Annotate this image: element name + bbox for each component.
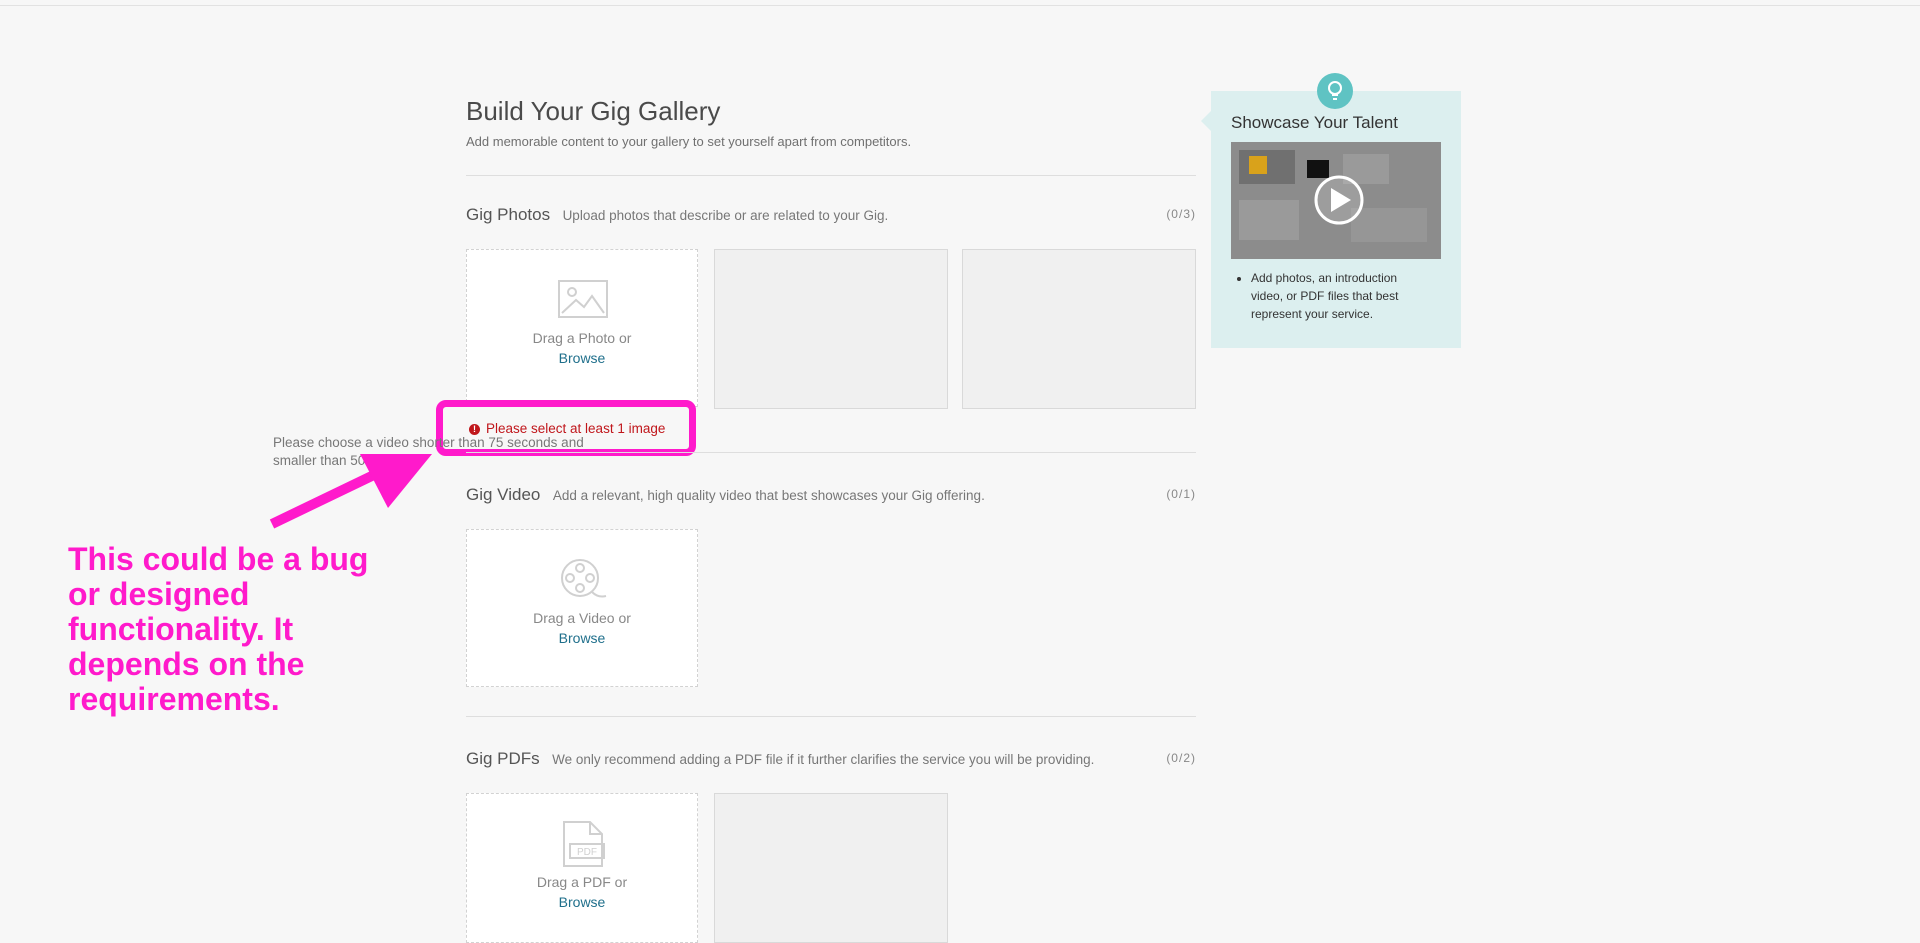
pdf-drop-text: Drag a PDF or xyxy=(536,874,628,890)
pdfs-title: Gig PDFs xyxy=(466,749,540,768)
photo-browse-link[interactable]: Browse xyxy=(467,350,697,366)
panel-notch xyxy=(1201,111,1211,131)
photos-desc: Upload photos that describe or are relat… xyxy=(562,208,889,223)
video-desc: Add a relevant, high quality video that … xyxy=(552,488,985,503)
page-subtitle: Add memorable content to your gallery to… xyxy=(466,134,912,149)
video-drop-text: Drag a Video or xyxy=(533,610,631,626)
pdf-browse-link[interactable]: Browse xyxy=(467,894,697,910)
video-drop-zone[interactable]: Drag a Video or Browse xyxy=(466,529,698,687)
page-title: Build Your Gig Gallery xyxy=(466,96,721,126)
play-icon[interactable] xyxy=(1231,142,1441,259)
photo-drop-text: Drag a Photo or xyxy=(532,330,632,346)
panel-title: Showcase Your Talent xyxy=(1231,113,1398,132)
video-browse-link[interactable]: Browse xyxy=(467,630,697,646)
video-section-header: Gig Video Add a relevant, high quality v… xyxy=(466,485,1196,505)
photos-title: Gig Photos xyxy=(466,205,551,224)
pdfs-count: (0/2) xyxy=(1166,751,1196,765)
divider xyxy=(466,175,1196,176)
pdf-slot-2 xyxy=(714,793,948,943)
photo-slot-2 xyxy=(714,249,948,409)
pdfs-desc: We only recommend adding a PDF file if i… xyxy=(552,752,1095,767)
pdfs-section-header: Gig PDFs We only recommend adding a PDF … xyxy=(466,749,1196,769)
pdf-file-icon: PDF xyxy=(563,821,605,867)
film-reel-icon xyxy=(561,559,607,598)
photo-drop-zone[interactable]: Drag a Photo or Browse xyxy=(466,249,698,407)
video-count: (0/1) xyxy=(1166,487,1196,501)
tutorial-video-thumbnail[interactable] xyxy=(1231,142,1441,259)
photo-slot-3 xyxy=(962,249,1196,409)
top-border xyxy=(0,5,1920,6)
showcase-panel: Showcase Your Talent Add photos, an intr… xyxy=(1201,73,1461,348)
annotation-arrow-icon xyxy=(269,454,432,529)
photos-count: (0/3) xyxy=(1166,207,1196,221)
panel-tip: Add photos, an introduction video, or PD… xyxy=(1251,269,1431,323)
panel-tip-list: Add photos, an introduction video, or PD… xyxy=(1231,269,1431,323)
lightbulb-icon xyxy=(1317,73,1353,109)
annotation-note: This could be a bug or designed function… xyxy=(68,541,369,717)
image-placeholder-icon xyxy=(558,280,608,318)
photos-section-header: Gig Photos Upload photos that describe o… xyxy=(466,205,1196,225)
divider xyxy=(466,716,1196,717)
pdf-drop-zone[interactable]: PDF Drag a PDF or Browse xyxy=(466,793,698,943)
pdf-icon-label: PDF xyxy=(577,847,597,858)
gallery-main: Build Your Gig Gallery Add memorable con… xyxy=(436,96,1196,943)
video-title: Gig Video xyxy=(466,485,541,504)
